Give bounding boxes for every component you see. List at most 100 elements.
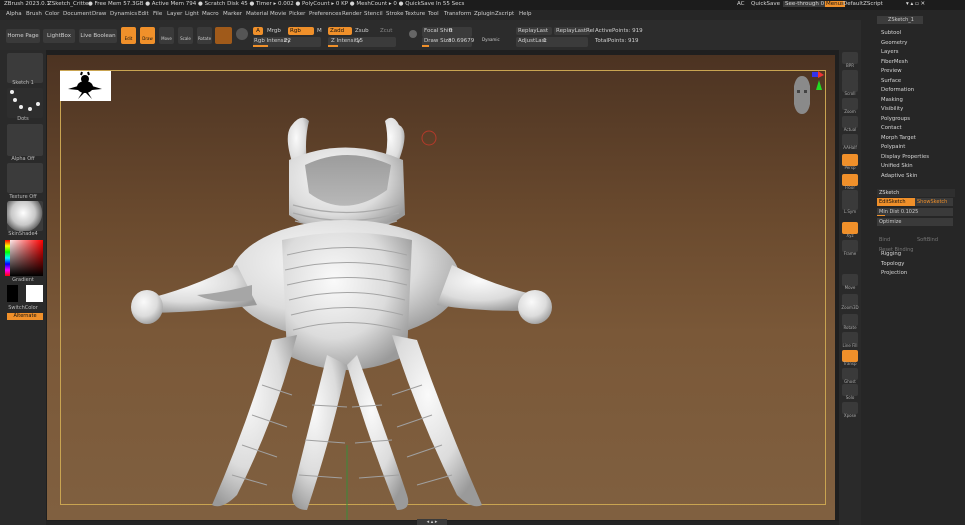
edit-button[interactable]: Edit — [121, 27, 136, 44]
menu-color[interactable]: Color — [45, 11, 59, 17]
alternate-button[interactable]: Alternate — [7, 313, 43, 320]
menu-dynamics[interactable]: Dynamics — [110, 11, 137, 17]
secondary-color-swatch[interactable] — [26, 285, 43, 302]
shelf-move-button[interactable]: Move — [842, 274, 858, 290]
menu-document[interactable]: Document — [63, 11, 92, 17]
palette-surface[interactable]: Surface — [881, 78, 901, 84]
zcut-button[interactable]: Zcut — [380, 28, 392, 34]
bind-button[interactable]: Bind — [877, 236, 913, 244]
focal-shift-slider[interactable]: Focal Shift 0 — [422, 27, 472, 37]
live-boolean-button[interactable]: Live Boolean — [79, 29, 117, 43]
menu-tool[interactable]: Tool — [428, 11, 439, 17]
menu-marker[interactable]: Marker — [223, 11, 242, 17]
draw-size-slider[interactable]: Draw Size 30.69679 — [422, 37, 474, 47]
palette-topology[interactable]: Topology — [881, 261, 904, 267]
palette-masking[interactable]: Masking — [881, 97, 903, 103]
optimize-button[interactable]: Optimize — [877, 218, 953, 226]
replay-last-rel-button[interactable]: ReplayLastRel — [554, 27, 595, 35]
shelf-frame-button[interactable]: Frame — [842, 240, 858, 256]
menu-zscript[interactable]: Zscript — [495, 11, 514, 17]
menu-transform[interactable]: Transform — [444, 11, 471, 17]
shelf-zoom-button[interactable]: Zoom — [842, 98, 858, 114]
menu-preferences[interactable]: Preferences — [309, 11, 341, 17]
shelf-floor-button[interactable]: Floor — [842, 174, 858, 190]
menu-light[interactable]: Light — [185, 11, 199, 17]
palette-deformation[interactable]: Deformation — [881, 87, 914, 93]
bottom-tray-handle[interactable]: ◂ ▴ ▸ — [417, 519, 447, 525]
shelf-line-fill-button[interactable]: Line Fill — [842, 332, 858, 348]
mrgb-button[interactable]: Mrgb — [267, 28, 281, 34]
window-controls[interactable]: ▾ ▴ ▫ ✕ — [906, 1, 925, 7]
color-mode-icon[interactable] — [236, 28, 248, 40]
lightbox-button[interactable]: LightBox — [43, 29, 75, 43]
palette-layers[interactable]: Layers — [881, 49, 899, 55]
menu-draw[interactable]: Draw — [92, 11, 106, 17]
material-sphere-icon[interactable] — [215, 27, 232, 44]
palette-subtool[interactable]: Subtool — [881, 30, 901, 36]
menu-macro[interactable]: Macro — [202, 11, 219, 17]
menu-render[interactable]: Render — [342, 11, 362, 17]
m-button[interactable]: M — [317, 28, 322, 34]
menu-layer[interactable]: Layer — [167, 11, 182, 17]
shelf-xyz-button[interactable]: Xyz — [842, 222, 858, 238]
palette-adaptive-skin[interactable]: Adaptive Skin — [881, 173, 917, 179]
palette-morph-target[interactable]: Morph Target — [881, 135, 916, 141]
palette-rigging[interactable]: Rigging — [881, 251, 901, 257]
menu-picker[interactable]: Picker — [289, 11, 305, 17]
alpha-thumbnail[interactable] — [7, 124, 43, 156]
shelf-rotate-button[interactable]: Rotate — [842, 314, 858, 330]
min-dist-slider[interactable]: Min Dist 0.1025 — [877, 208, 953, 216]
texture-thumbnail[interactable] — [7, 163, 43, 193]
menu-material[interactable]: Material — [246, 11, 268, 17]
palette-display-properties[interactable]: Display Properties — [881, 154, 929, 160]
default-zscript-button[interactable]: DefaultZScript — [843, 1, 883, 7]
shelf-bpr-button[interactable]: BPR — [842, 52, 858, 68]
palette-polygroups[interactable]: Polygroups — [881, 116, 910, 122]
hue-strip[interactable] — [5, 240, 10, 276]
replay-last-button[interactable]: ReplayLast — [516, 27, 552, 35]
shelf-xpose-button[interactable]: Xpose — [842, 402, 858, 418]
menu-stencil[interactable]: Stencil — [364, 11, 383, 17]
draw-button[interactable]: Draw — [140, 27, 155, 44]
switchcolor-label[interactable]: SwitchColor — [0, 305, 46, 311]
edit-sketch-button[interactable]: EditSketch — [877, 198, 915, 206]
menu-movie[interactable]: Movie — [270, 11, 286, 17]
shelf-actual-button[interactable]: Actual — [842, 116, 858, 132]
shelf-persp-button[interactable]: Persp — [842, 154, 858, 170]
shelf-scroll-button[interactable]: Scroll — [842, 80, 858, 96]
shelf-aahalf-button[interactable]: AAHalf — [842, 134, 858, 150]
palette-projection[interactable]: Projection — [881, 270, 907, 276]
scale-button[interactable]: Scale — [178, 27, 193, 44]
shelf-zoom3d-button[interactable]: Zoom3D — [841, 294, 859, 310]
menu-brush[interactable]: Brush — [26, 11, 42, 17]
menu-texture[interactable]: Texture — [405, 11, 425, 17]
palette-unified-skin[interactable]: Unified Skin — [881, 163, 913, 169]
color-picker[interactable] — [5, 240, 43, 276]
palette-visibility[interactable]: Visibility — [881, 106, 903, 112]
move-button[interactable]: Move — [159, 27, 174, 44]
menus-button[interactable]: Menus — [825, 1, 845, 7]
palette-fibermesh[interactable]: FiberMesh — [881, 59, 908, 65]
zsketch-section-header[interactable]: ZSketch — [877, 189, 955, 197]
menu-help[interactable]: Help — [519, 11, 532, 17]
rgb-intensity-slider[interactable]: Rgb Intensity 22 — [253, 37, 321, 47]
brush-thumbnail[interactable] — [7, 53, 43, 83]
rotate-button[interactable]: Rotate — [197, 27, 212, 44]
menu-edit[interactable]: Edit — [138, 11, 149, 17]
show-sketch-button[interactable]: ShowSketch — [915, 198, 953, 206]
rgb-button[interactable]: Rgb — [288, 27, 314, 35]
shelf-solo-button[interactable]: Solo — [842, 384, 858, 400]
ac-button[interactable]: AC — [737, 1, 745, 7]
zadd-button[interactable]: Zadd — [328, 27, 352, 35]
palette-contact[interactable]: Contact — [881, 125, 902, 131]
menu-stroke[interactable]: Stroke — [386, 11, 404, 17]
shelf-transp-button[interactable]: Transp — [842, 350, 858, 366]
dynamic-button[interactable]: Dynamic — [482, 37, 500, 42]
palette-polypaint[interactable]: Polypaint — [881, 144, 905, 150]
quicksave-button[interactable]: QuickSave — [751, 1, 780, 7]
material-thumbnail[interactable] — [7, 201, 43, 231]
zsketch-tool-thumbnail[interactable]: ZSketch_1 — [877, 16, 923, 24]
main-color-swatch[interactable] — [7, 285, 18, 302]
shelf-ghost-button[interactable]: Ghost — [842, 368, 858, 384]
menu-zplugin[interactable]: Zplugin — [474, 11, 495, 17]
